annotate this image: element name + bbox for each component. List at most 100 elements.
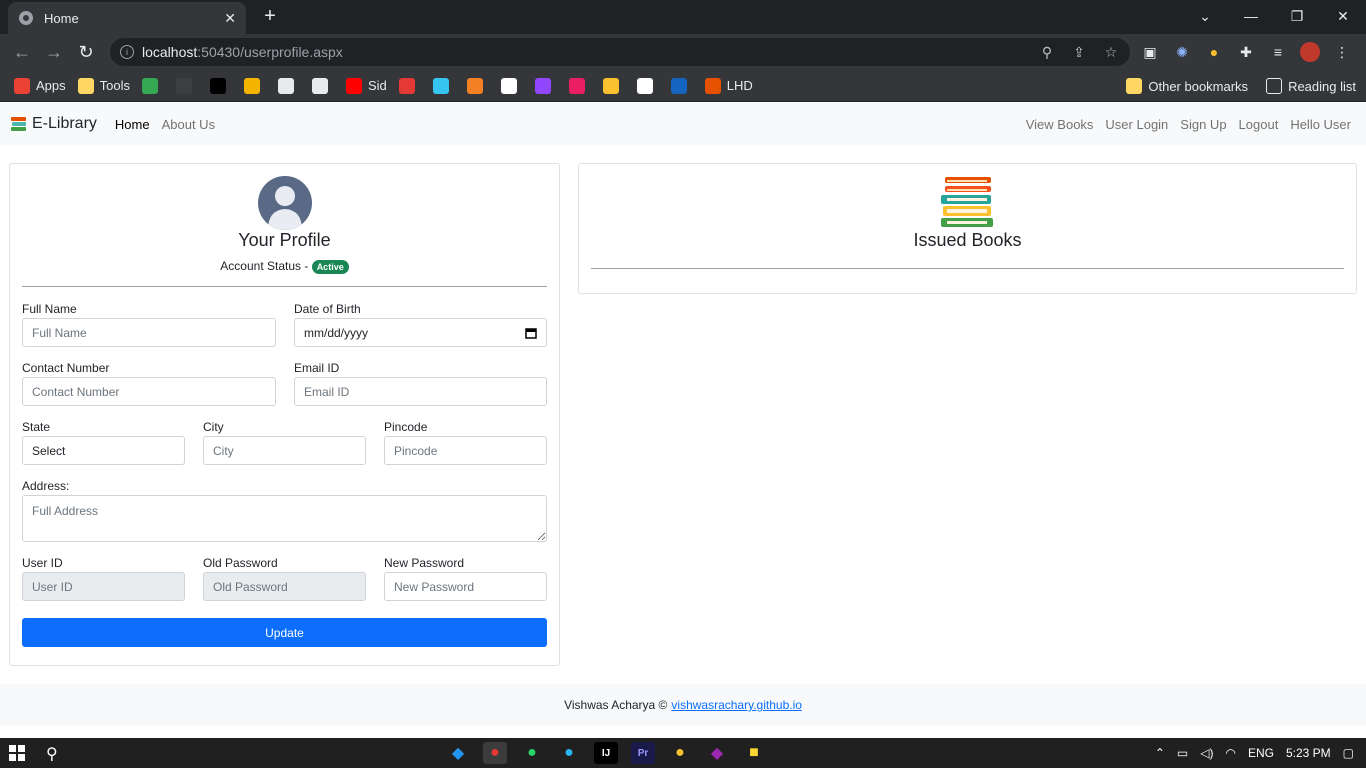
forward-icon[interactable]: → (42, 40, 66, 64)
bookmark-item[interactable] (432, 77, 455, 94)
brand-text: E-Library (32, 115, 97, 132)
brand-link[interactable]: E-Library (10, 115, 97, 133)
bookmark-item[interactable] (244, 77, 266, 94)
nav-user-login[interactable]: User Login (1105, 117, 1168, 132)
reading-queue-icon[interactable]: ≡ (1268, 42, 1288, 62)
media-icon[interactable]: ▣ (1140, 42, 1160, 62)
email-input[interactable] (294, 377, 547, 406)
other-bookmarks-folder[interactable]: Other bookmarks (1126, 78, 1248, 94)
back-icon[interactable]: ← (10, 40, 34, 64)
search-icon[interactable]: ⚲ (46, 744, 58, 764)
old-password-input (203, 572, 366, 601)
city-label: City (203, 420, 224, 434)
bookmark-item[interactable] (466, 77, 489, 94)
site-navbar: E-Library Home About Us View Books User … (0, 103, 1366, 145)
calendar-icon[interactable] (525, 327, 537, 339)
visual-studio-icon[interactable]: ◆ (705, 742, 729, 764)
language-indicator[interactable]: ENG (1248, 746, 1274, 760)
file-explorer-icon[interactable]: ■ (742, 742, 766, 764)
bookmark-item[interactable] (312, 77, 334, 94)
bookmark-star-icon[interactable]: ☆ (1102, 43, 1120, 61)
nav-sign-up[interactable]: Sign Up (1180, 117, 1226, 132)
contact-input[interactable] (22, 377, 276, 406)
bookmark-item[interactable] (176, 77, 198, 94)
status-badge: Active (311, 259, 349, 274)
windows-start-icon[interactable] (9, 745, 25, 761)
site-info-icon[interactable]: i (120, 45, 134, 59)
nav-home[interactable]: Home (115, 117, 150, 132)
dob-input[interactable]: mm/dd/yyyy (294, 318, 547, 347)
status-label: Account Status - (220, 259, 309, 273)
address-textarea[interactable] (22, 495, 547, 542)
clock[interactable]: 5:23 PM (1286, 746, 1331, 760)
zoom-icon[interactable]: ⚲ (1038, 43, 1056, 61)
update-button[interactable]: Update (22, 618, 547, 647)
globe-icon (19, 11, 33, 25)
profile-card: Your Profile Account Status - Active Ful… (9, 163, 560, 666)
battery-icon[interactable]: ▭ (1177, 746, 1188, 760)
bookmark-item[interactable] (670, 77, 693, 94)
wifi-icon[interactable]: ◠ (1225, 746, 1235, 760)
browser-tab[interactable]: Home ✕ (8, 2, 246, 34)
profile-avatar-icon[interactable] (1300, 42, 1320, 62)
vscode-icon[interactable]: ◆ (446, 742, 470, 764)
address-bar[interactable]: i localhost:50430/userprofile.aspx ⚲ ⇪ ☆ (110, 38, 1130, 66)
books-logo-icon (11, 117, 26, 131)
menu-kebab-icon[interactable]: ⋮ (1332, 42, 1352, 62)
minimize-icon[interactable]: — (1228, 0, 1274, 32)
reading-list-button[interactable]: Reading list (1266, 78, 1356, 94)
extension-python-icon[interactable]: ● (1204, 42, 1224, 62)
userid-label: User ID (22, 556, 63, 570)
chevron-up-icon[interactable]: ⌃ (1155, 746, 1165, 760)
close-window-icon[interactable]: ✕ (1320, 0, 1366, 32)
volume-icon[interactable]: ◁) (1200, 746, 1213, 760)
contact-label: Contact Number (22, 361, 110, 375)
bookmark-favicon-icon (278, 77, 294, 94)
extensions-puzzle-icon[interactable]: ✚ (1236, 42, 1256, 62)
bookmark-item[interactable] (636, 77, 659, 94)
site-footer: Vishwas Acharya © vishwasrachary.github.… (0, 684, 1366, 726)
bookmark-item[interactable] (278, 77, 300, 94)
footer-link[interactable]: vishwasrachary.github.io (671, 698, 802, 712)
telegram-icon[interactable]: ● (557, 742, 581, 764)
chrome-alt-icon[interactable]: ● (668, 742, 692, 764)
bookmark-favicon-icon (176, 77, 192, 94)
nav-hello-user[interactable]: Hello User (1290, 117, 1351, 132)
bookmark-item[interactable]: Apps (14, 77, 66, 94)
tab-search-icon[interactable]: ⌄ (1182, 0, 1228, 32)
nav-logout[interactable]: Logout (1239, 117, 1279, 132)
new-tab-button[interactable]: + (258, 5, 282, 28)
close-tab-icon[interactable]: ✕ (224, 10, 236, 27)
reload-icon[interactable]: ↻ (74, 40, 98, 64)
taskbar-apps: ◆ ● ● ● IJ Pr ● ◆ ■ (446, 742, 766, 764)
nav-view-books[interactable]: View Books (1026, 117, 1094, 132)
chrome-icon[interactable]: ● (483, 742, 507, 764)
bookmark-item[interactable]: LHD (704, 77, 753, 94)
bookmark-item[interactable] (210, 77, 232, 94)
premiere-icon[interactable]: Pr (631, 742, 655, 764)
bookmark-favicon-icon (210, 77, 226, 94)
bookmark-favicon-icon (77, 77, 94, 94)
bookmark-item[interactable] (534, 77, 557, 94)
whatsapp-icon[interactable]: ● (520, 742, 544, 764)
bookmark-item[interactable] (500, 77, 523, 94)
city-input[interactable] (203, 436, 366, 465)
profile-title: Your Profile (238, 230, 331, 250)
nav-about-us[interactable]: About Us (162, 117, 215, 132)
bookmark-item[interactable]: Sid (346, 77, 387, 94)
restore-icon[interactable]: ❐ (1274, 0, 1320, 32)
intellij-icon[interactable]: IJ (594, 742, 618, 764)
bookmark-favicon-icon (670, 77, 687, 94)
extension-gear-icon[interactable]: ✺ (1172, 42, 1192, 62)
new-password-input[interactable] (384, 572, 547, 601)
bookmark-item[interactable] (142, 77, 164, 94)
full-name-input[interactable] (22, 318, 276, 347)
share-icon[interactable]: ⇪ (1070, 43, 1088, 61)
notification-icon[interactable]: ▢ (1343, 746, 1354, 760)
bookmark-item[interactable]: Tools (77, 77, 130, 94)
bookmark-item[interactable] (602, 77, 625, 94)
bookmark-item[interactable] (398, 77, 421, 94)
pincode-input[interactable] (384, 436, 547, 465)
state-select[interactable]: Select (22, 436, 185, 465)
bookmark-item[interactable] (568, 77, 591, 94)
